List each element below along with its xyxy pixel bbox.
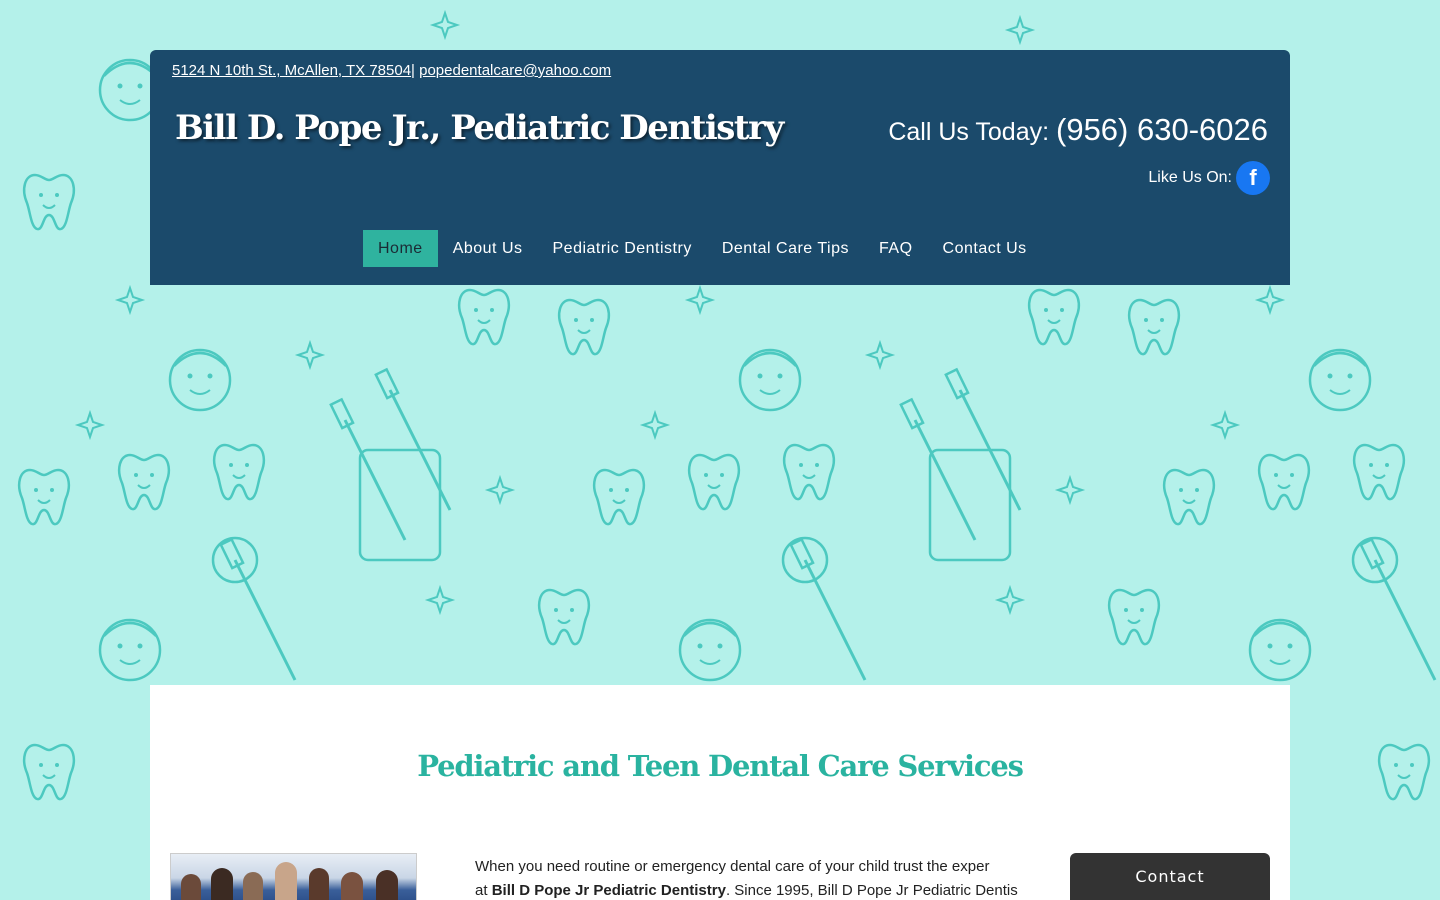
nav-faq[interactable]: FAQ xyxy=(864,230,928,267)
facebook-icon[interactable]: f xyxy=(1236,161,1270,195)
main-navigation: Home About Us Pediatric Dentistry Dental… xyxy=(363,230,1042,267)
site-title[interactable]: Bill D. Pope Jr., Pediatric Dentistry xyxy=(175,108,784,148)
nav-contact-us[interactable]: Contact Us xyxy=(928,230,1042,267)
person-silhouette xyxy=(211,868,233,900)
contact-info-bar: 5124 N 10th St., McAllen, TX 78504| pope… xyxy=(172,62,611,79)
practice-name: Bill D Pope Jr Pediatric Dentistry xyxy=(491,882,726,899)
intro-line-2: at Bill D Pope Jr Pediatric Dentistry. S… xyxy=(475,879,1075,900)
social-like: Like Us On: f xyxy=(1148,161,1270,195)
person-silhouette xyxy=(243,872,263,900)
intro-rest: . Since 1995, Bill D Pope Jr Pediatric D… xyxy=(725,882,1018,899)
person-silhouette xyxy=(181,874,201,900)
person-silhouette xyxy=(376,870,398,900)
contact-widget-button[interactable]: Contact xyxy=(1070,853,1270,900)
address-link[interactable]: 5124 N 10th St., McAllen, TX 78504 xyxy=(172,62,411,79)
person-silhouette xyxy=(275,862,297,900)
intro-prefix: at xyxy=(475,882,492,899)
call-label: Call Us Today: xyxy=(888,118,1056,146)
section-title: Pediatric and Teen Dental Care Services xyxy=(417,749,1024,783)
separator: | xyxy=(411,62,415,79)
team-photo xyxy=(170,853,417,900)
nav-pediatric-dentistry[interactable]: Pediatric Dentistry xyxy=(538,230,707,267)
nav-about-us[interactable]: About Us xyxy=(438,230,538,267)
like-label: Like Us On: xyxy=(1148,169,1232,186)
call-us: Call Us Today: (956) 630-6026 xyxy=(888,112,1268,148)
site-header: 5124 N 10th St., McAllen, TX 78504| pope… xyxy=(150,50,1290,285)
intro-paragraph: When you need routine or emergency denta… xyxy=(475,855,1075,900)
nav-home[interactable]: Home xyxy=(363,230,438,267)
email-link[interactable]: popedentalcare@yahoo.com xyxy=(419,62,611,79)
nav-dental-care-tips[interactable]: Dental Care Tips xyxy=(707,230,864,267)
intro-line-1: When you need routine or emergency denta… xyxy=(475,858,990,875)
phone-number[interactable]: (956) 630-6026 xyxy=(1056,112,1268,147)
person-silhouette xyxy=(341,872,363,900)
person-silhouette xyxy=(309,868,329,900)
